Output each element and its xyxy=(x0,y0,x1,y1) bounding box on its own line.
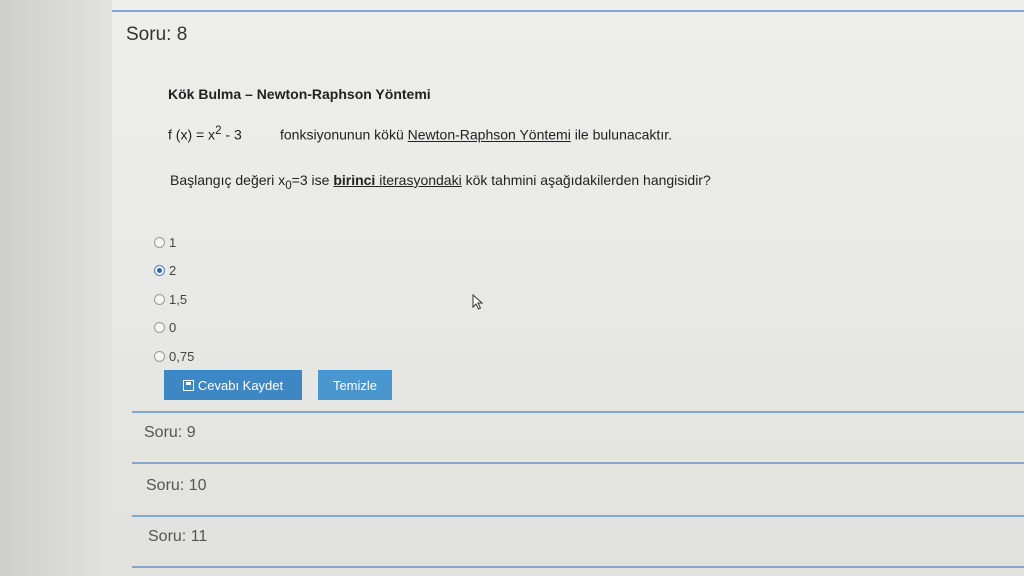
quiz-screen: Soru: 8 Kök Bulma – Newton-Raphson Yönte… xyxy=(112,0,1024,576)
question-line-prompt: Başlangıç değeri x0=3 ise birinci iteras… xyxy=(170,172,711,192)
line2-start: Başlangıç değeri x xyxy=(170,172,286,188)
option-5[interactable]: 0,75 xyxy=(154,342,194,371)
function-prefix: f (x) = x xyxy=(168,126,216,143)
line1-text: fonksiyonunun kökü xyxy=(280,126,408,143)
question-11-link[interactable]: Soru: 11 xyxy=(148,528,207,546)
option-2[interactable]: 2 xyxy=(154,257,194,286)
clear-button[interactable]: Temizle xyxy=(318,370,392,400)
line2-underlined: iterasyondaki xyxy=(375,172,462,188)
line1-end: ile bulunacaktır. xyxy=(570,126,672,143)
question-title: Soru: 8 xyxy=(126,24,188,45)
function-suffix: - 3 xyxy=(221,126,242,143)
save-icon xyxy=(182,379,194,391)
question-line-function: f (x) = x2 - 3 fonksiyonunun kökü Newton-… xyxy=(168,124,672,143)
separator xyxy=(132,515,1024,517)
save-answer-button[interactable]: Cevabı Kaydet xyxy=(164,370,302,400)
option-label: 1 xyxy=(169,234,177,250)
radio-button-selected[interactable] xyxy=(154,265,165,277)
radio-button[interactable] xyxy=(154,350,165,362)
option-1[interactable]: 1 xyxy=(154,228,194,257)
separator xyxy=(132,566,1024,568)
radio-button[interactable] xyxy=(154,322,165,334)
question-10-link[interactable]: Soru: 10 xyxy=(146,477,206,495)
top-separator xyxy=(112,10,1024,12)
separator xyxy=(132,462,1024,464)
option-label: 1,5 xyxy=(169,291,188,307)
separator xyxy=(132,411,1024,413)
line2-end: kök tahmini aşağıdakilerden hangisidir? xyxy=(461,172,711,188)
option-label: 0,75 xyxy=(169,348,195,364)
option-label: 0 xyxy=(169,320,177,336)
radio-button[interactable] xyxy=(154,236,165,248)
line2-mid: =3 ise xyxy=(291,172,334,188)
line2-bold: birinci xyxy=(333,172,376,188)
option-4[interactable]: 0 xyxy=(154,314,194,343)
question-9-link[interactable]: Soru: 9 xyxy=(144,424,196,442)
answer-options: 1 2 1,5 0 0,75 xyxy=(154,228,194,371)
function-expression: f (x) = x2 - 3 xyxy=(168,124,280,143)
method-link: Newton-Raphson Yöntemi xyxy=(407,126,571,143)
radio-button[interactable] xyxy=(154,293,165,305)
clear-button-label: Temizle xyxy=(332,377,378,393)
option-3[interactable]: 1,5 xyxy=(154,285,194,314)
question-heading: Kök Bulma – Newton-Raphson Yöntemi xyxy=(168,86,431,102)
option-label: 2 xyxy=(169,263,177,279)
monitor-bezel xyxy=(0,0,112,576)
save-button-label: Cevabı Kaydet xyxy=(197,377,284,393)
mouse-cursor-icon xyxy=(472,294,484,310)
